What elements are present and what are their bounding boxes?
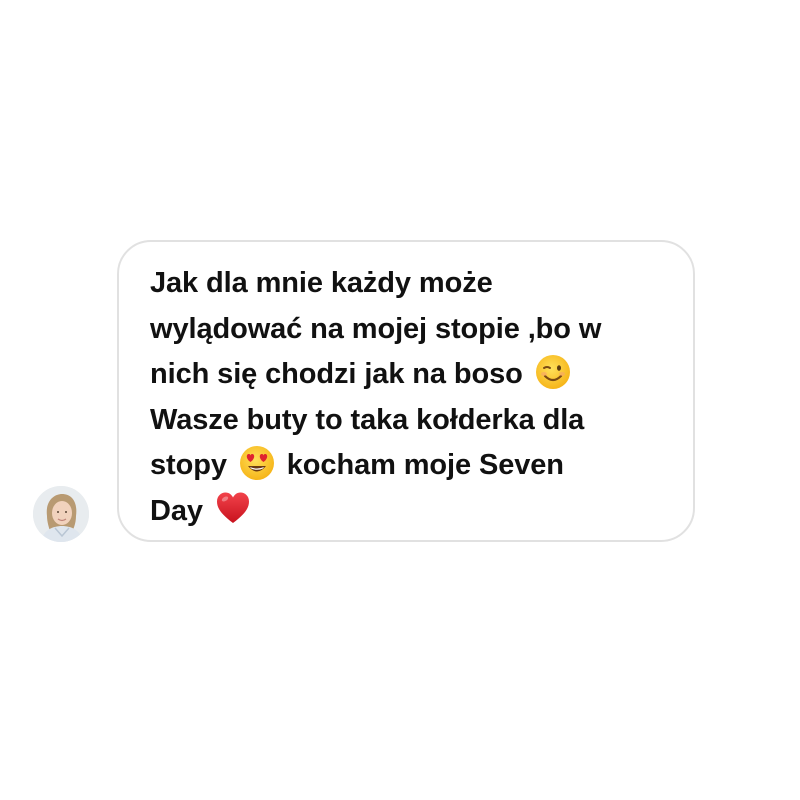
heart-eyes-face-icon [239,445,275,481]
message-bubble[interactable]: Jak dla mnie każdy może wylądować na moj… [117,240,695,542]
message-line-6: Day [150,488,669,534]
message-text: Jak dla mnie każdy może [150,267,493,300]
message-line-3: nich się chodzi jak na boso [150,351,669,397]
message-line-4: Wasze buty to taka kołderka dla [150,397,669,443]
message-text: nich się chodzi jak na boso [150,358,523,391]
sender-avatar[interactable] [33,486,89,542]
message-text: Day [150,495,203,528]
winking-face-icon [535,354,571,390]
message-line-1: Jak dla mnie każdy może [150,260,669,306]
message-text: wylądować na mojej stopie ,bo w [150,312,602,345]
red-heart-icon [215,490,251,526]
message-text: kocham moje Seven [286,449,564,482]
message-text: Wasze buty to taka kołderka dla [150,403,585,436]
message-line-5: stopy kocham moje Seven [150,442,669,488]
avatar-photo [33,486,89,542]
message-line-2: wylądować na mojej stopie ,bo w [150,306,669,352]
message-text: stopy [150,449,227,482]
message-thread: Jak dla mnie każdy może wylądować na moj… [0,0,800,800]
